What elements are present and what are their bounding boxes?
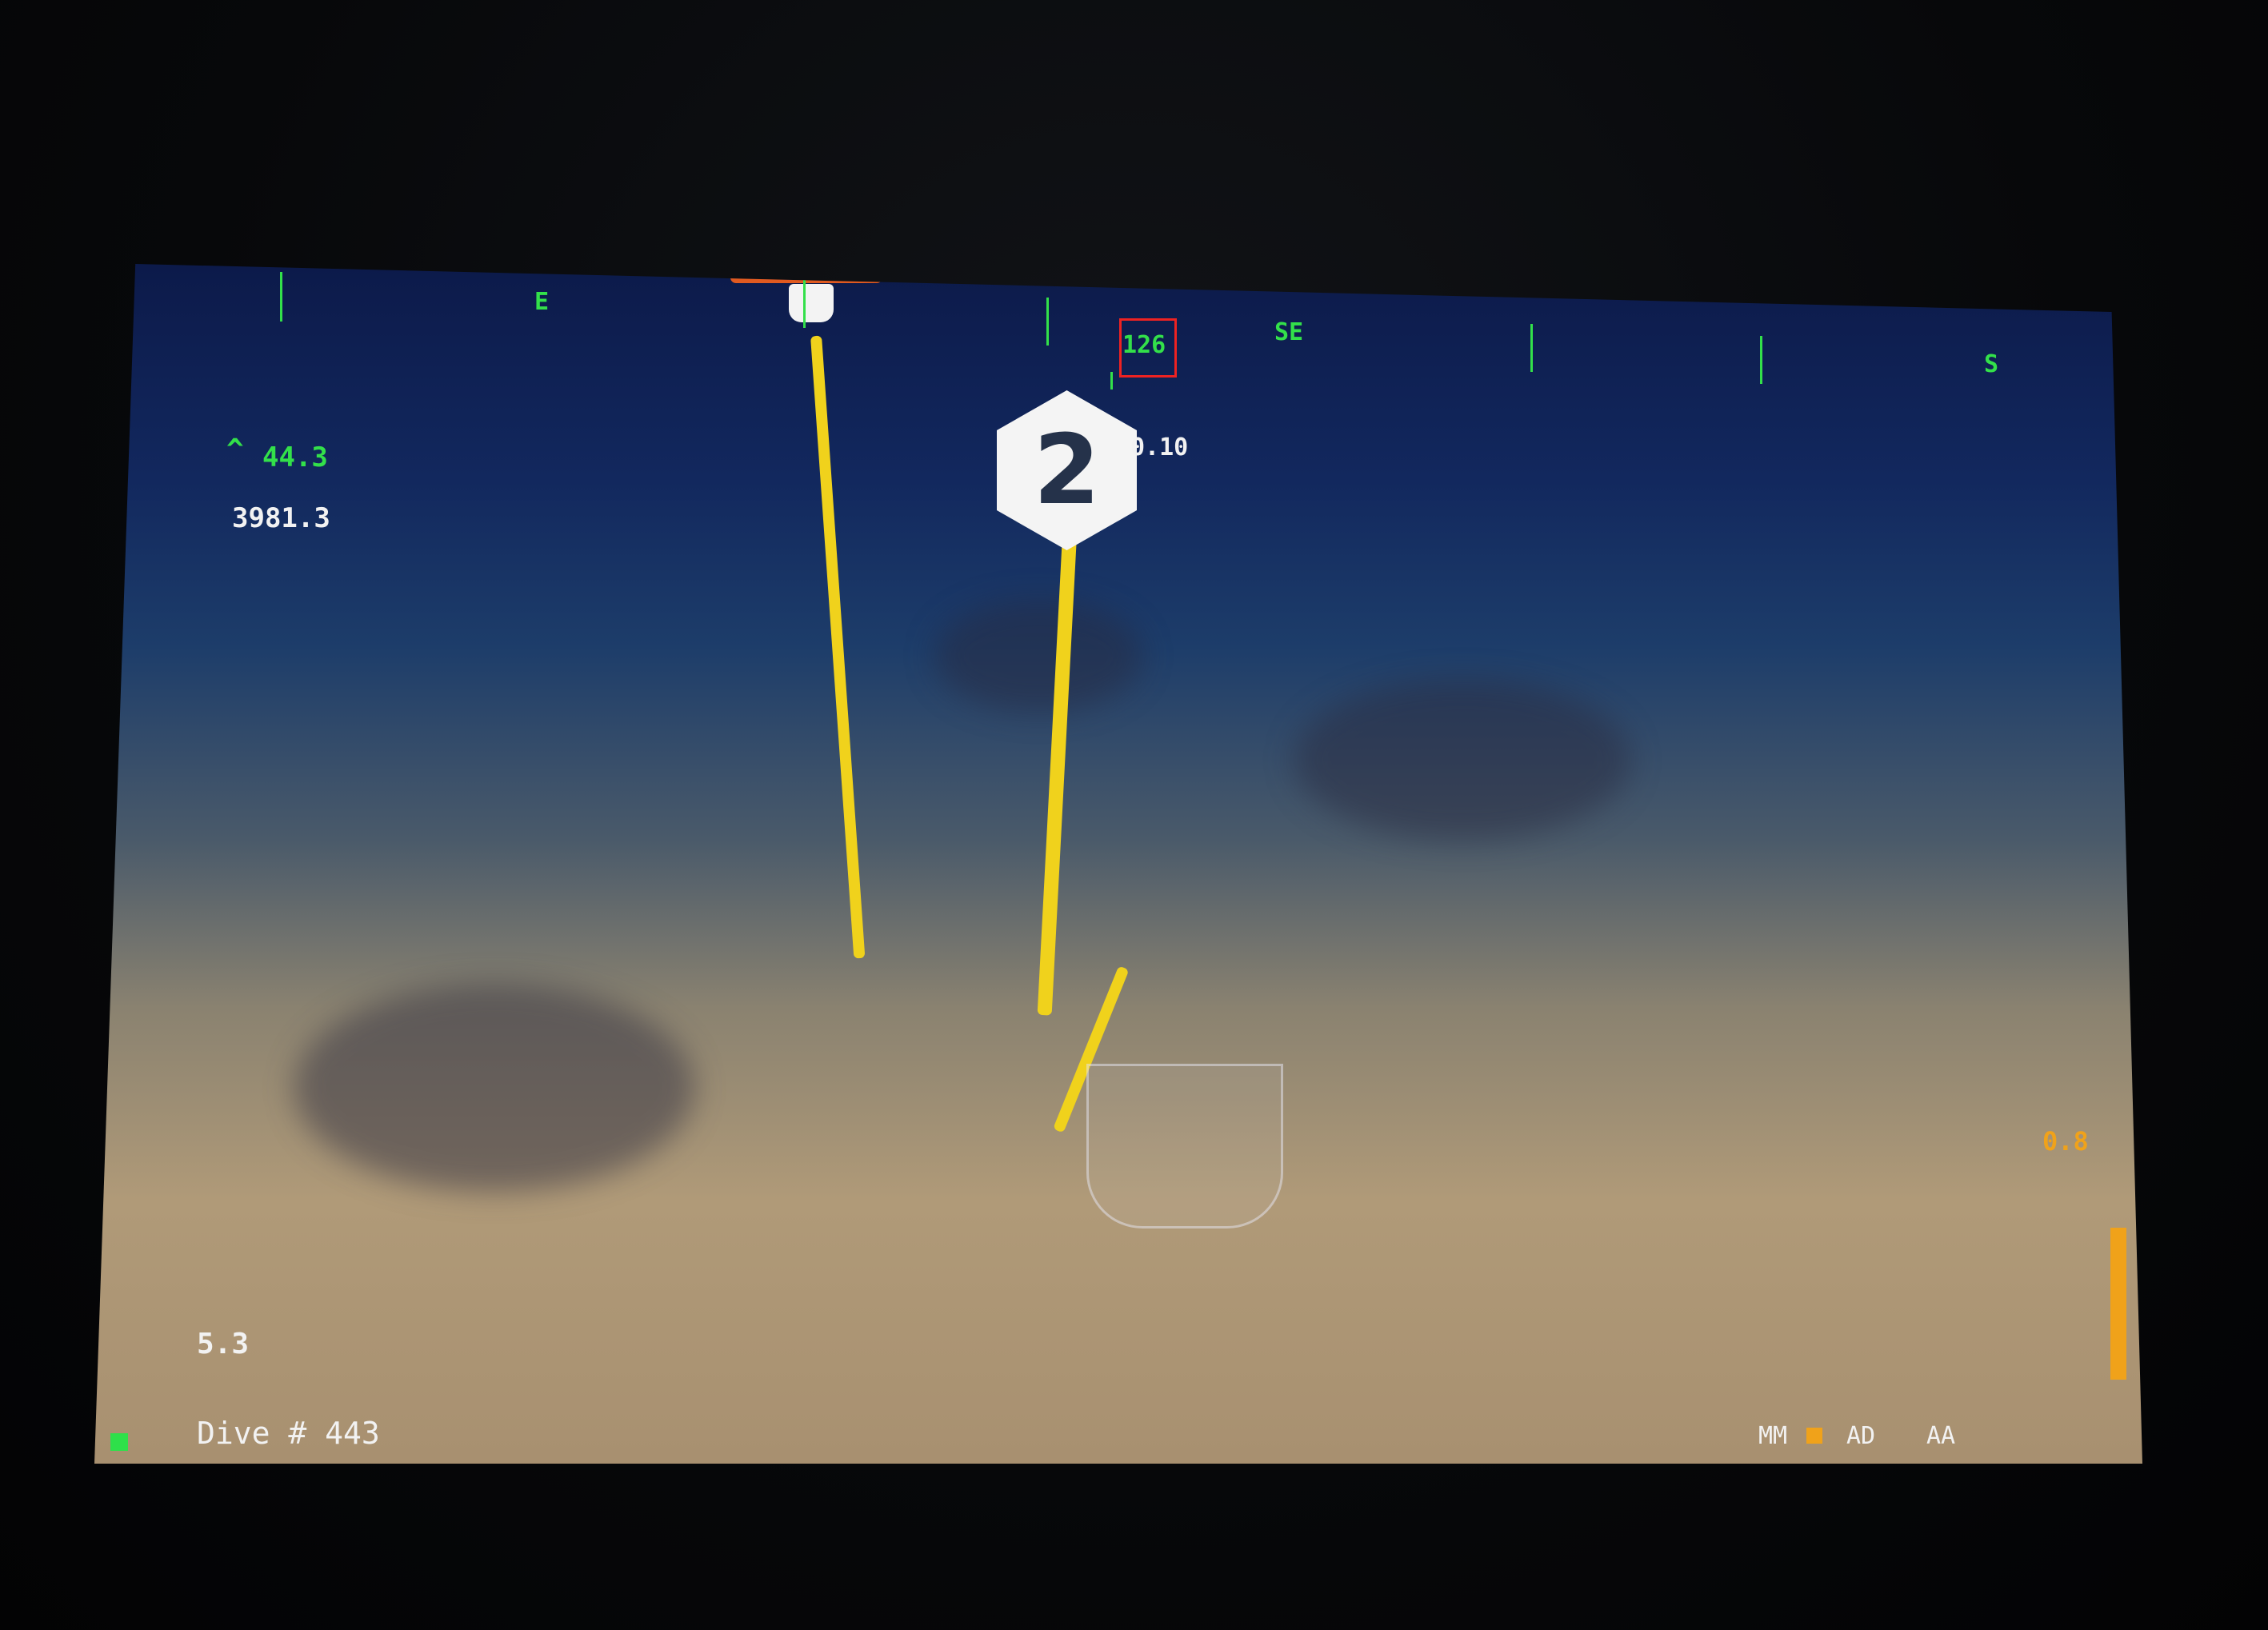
mode-indicator-icon — [1806, 1428, 1822, 1444]
compass-tick — [1530, 324, 1533, 372]
green-square-icon — [110, 1433, 128, 1451]
compass-tick — [1760, 336, 1762, 384]
seafloor-shadow — [294, 984, 694, 1192]
video-feed: 2 E SE S 126 ^ 44.3 3981.3 0.10 0.8 5.3 … — [94, 264, 2142, 1464]
marker-line — [810, 335, 866, 959]
left-value: 5.3 — [197, 1328, 250, 1360]
compass-tick — [1046, 298, 1049, 346]
mode-ad: AD — [1846, 1422, 1876, 1450]
heading-value: 126 — [1122, 331, 1166, 359]
compass-label-s: S — [1984, 350, 1999, 378]
compass-label-se: SE — [1274, 318, 1304, 346]
seafloor-shadow — [1294, 680, 1630, 840]
mode-mm: MM — [1758, 1422, 1788, 1450]
mode-aa: AA — [1926, 1422, 1956, 1450]
compass-tick — [803, 280, 806, 328]
range-bar — [2110, 1228, 2126, 1380]
altitude-value: 44.3 — [262, 441, 328, 473]
dive-label: Dive # 443 — [197, 1416, 380, 1451]
range-value: 0.8 — [2042, 1126, 2089, 1157]
depth-value: 3981.3 — [232, 502, 330, 534]
compass-label-e: E — [534, 288, 550, 316]
marker-number: 2 — [1033, 414, 1101, 526]
lamp-icon — [789, 284, 834, 322]
compass-tick — [280, 272, 282, 322]
up-caret-icon: ^ — [226, 433, 244, 466]
marker-hexagon: 2 — [997, 390, 1137, 550]
sampler-chamber — [1086, 1064, 1283, 1228]
marker-readout: 0.10 — [1130, 433, 1189, 461]
compass-tick — [1110, 372, 1113, 390]
seafloor-shadow — [934, 600, 1142, 712]
